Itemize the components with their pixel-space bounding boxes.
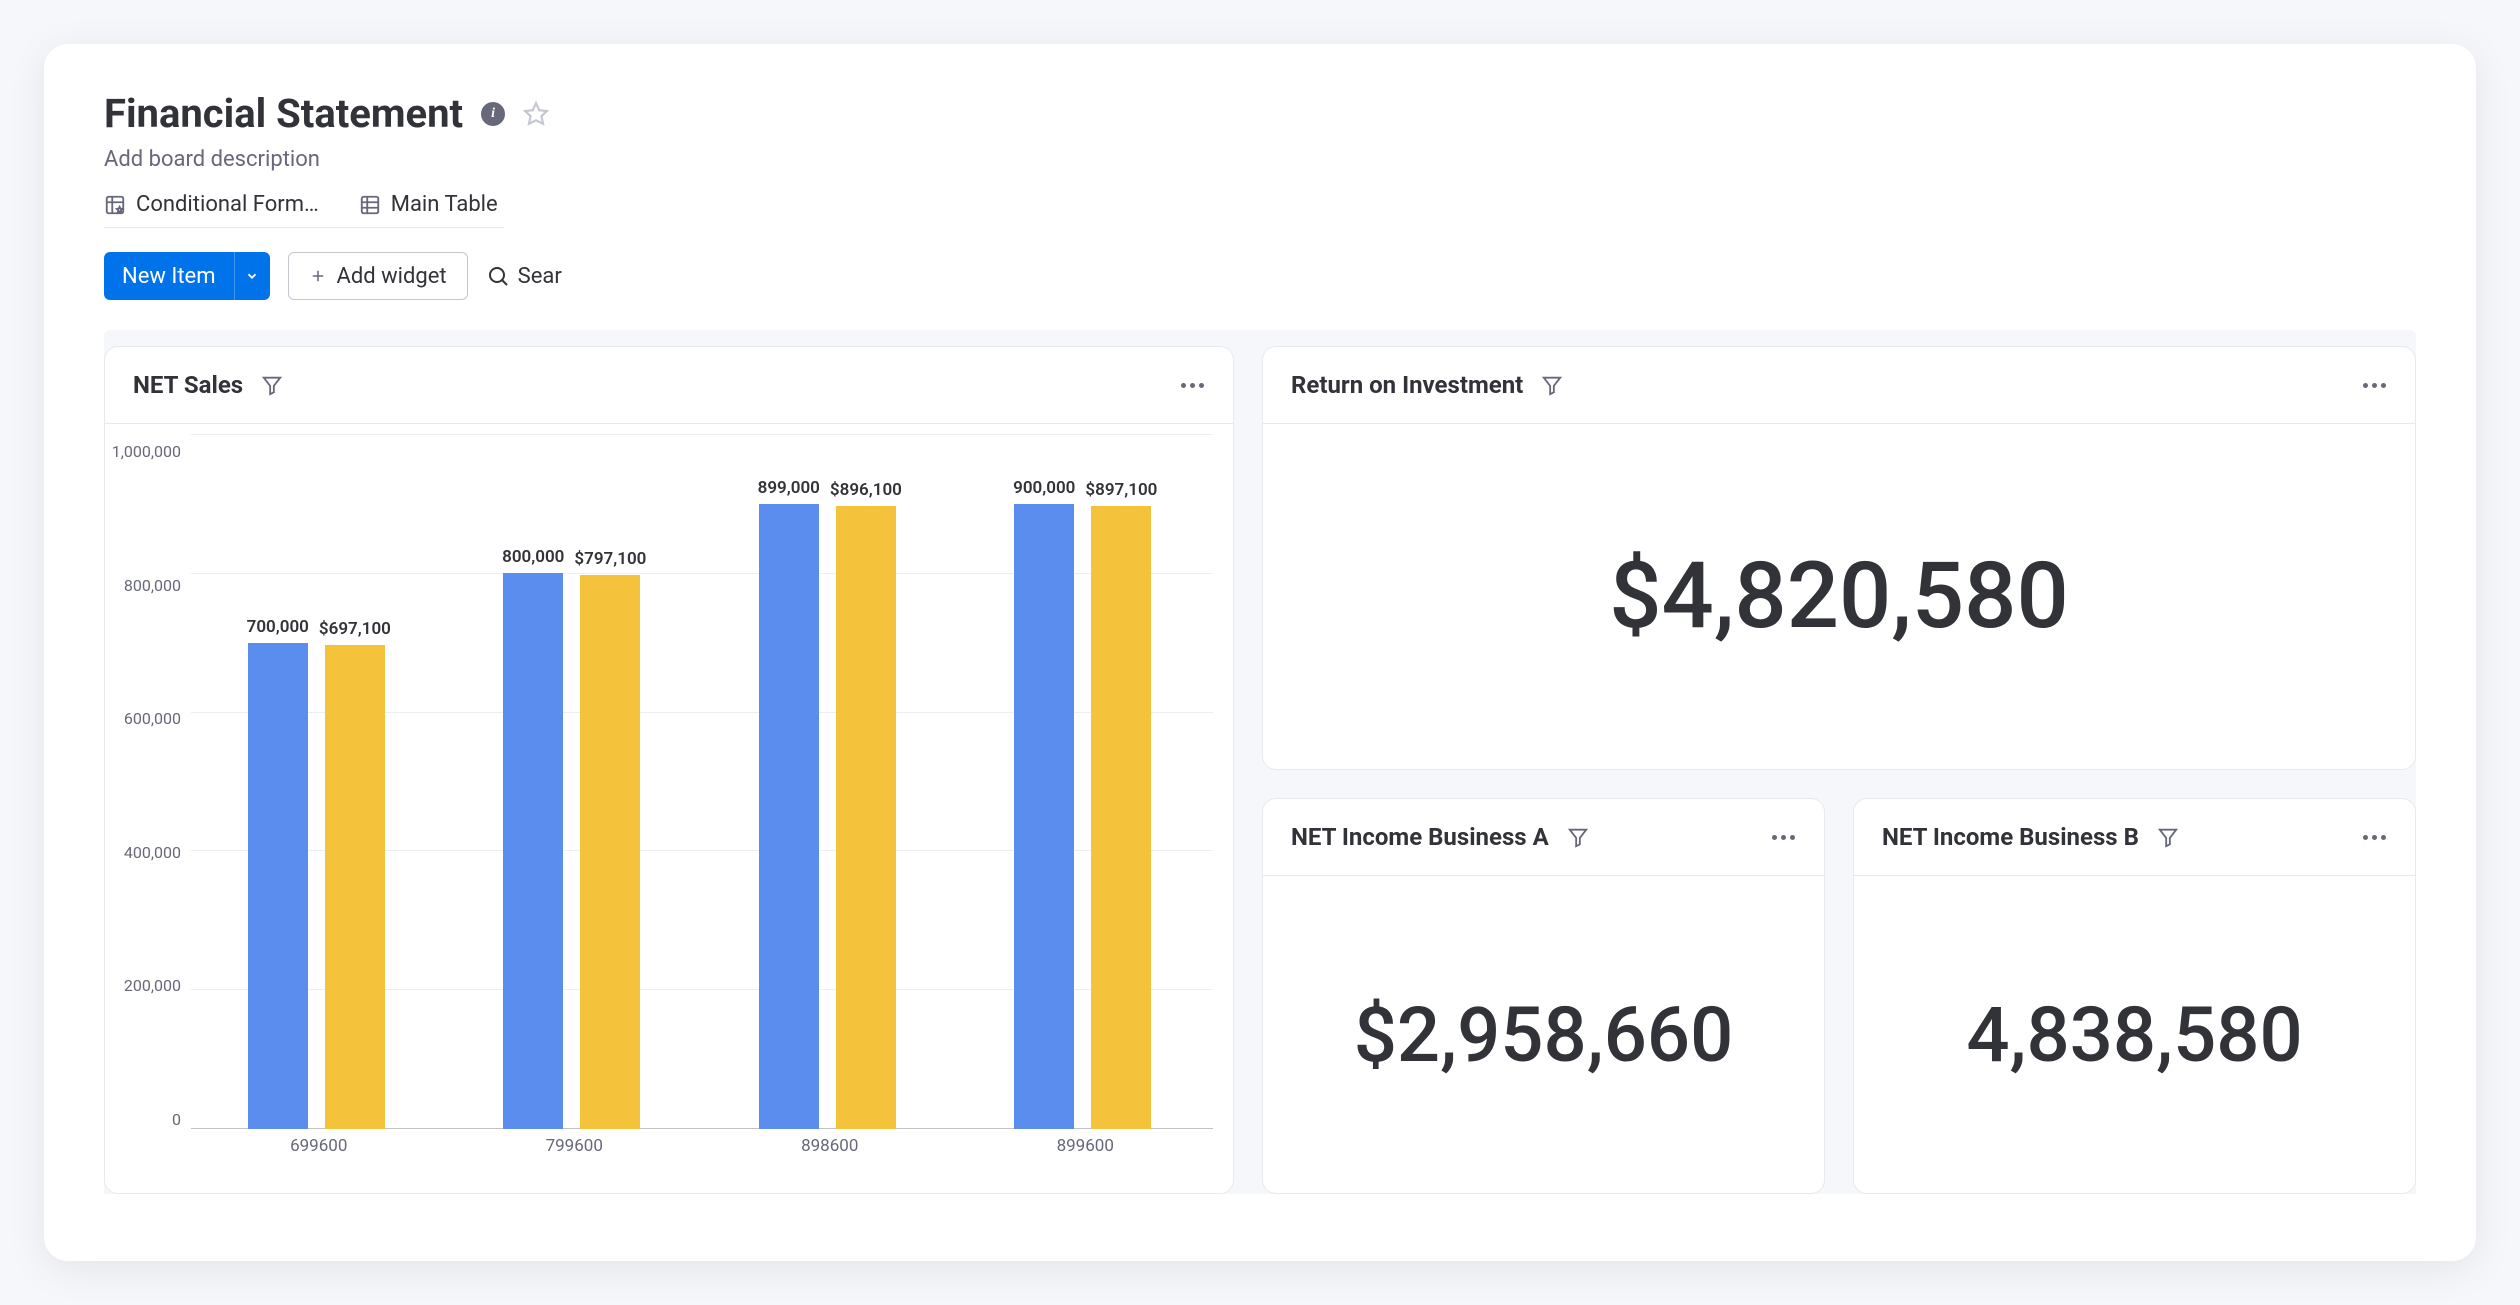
filter-icon[interactable] [1541,374,1563,396]
search-placeholder: Sear [518,264,562,289]
card-roi: Return on Investment $4,820,580 [1262,346,2416,770]
filter-icon[interactable] [1567,826,1589,848]
bar-value-label: 900,000 [1013,478,1075,498]
action-row: New Item Add widget Sear [104,252,2416,300]
card-title: NET Sales [133,371,243,399]
tab-conditional-formatting[interactable]: Conditional Form… [104,192,319,217]
search-input[interactable]: Sear [486,264,562,289]
chart-bar[interactable] [248,643,308,1130]
roi-value: $4,820,580 [1263,424,2415,769]
tab-label: Conditional Form… [136,192,319,217]
x-tick-label: 699600 [290,1136,347,1156]
chart-bar[interactable] [580,575,640,1129]
tab-label: Main Table [391,192,498,217]
card-title: Return on Investment [1291,371,1523,399]
plus-icon [309,267,327,285]
chart-bars: 700,000 $697,100 800,000 $797,100 899,000 $89… [191,434,1213,1129]
filter-icon[interactable] [2157,826,2179,848]
card-net-sales: NET Sales 1,000,000800,000600,000400,000… [104,346,1234,1194]
bar-value-label: $897,100 [1085,480,1157,500]
bar-value-label: $797,100 [574,549,646,569]
card-income-b: NET Income Business B 4,838,580 [1853,798,2416,1194]
filter-icon[interactable] [261,374,283,396]
chart-bar[interactable] [503,573,563,1129]
chart-bar[interactable] [1014,504,1074,1130]
income-b-value: 4,838,580 [1854,876,2415,1193]
board-title[interactable]: Financial Statement [104,90,463,137]
search-icon [486,264,510,288]
more-icon[interactable] [1770,835,1796,840]
board-subtitle[interactable]: Add board description [104,147,2416,172]
chart-y-axis: 1,000,000800,000600,000400,000200,0000 [111,434,191,1163]
chart-bar[interactable] [759,504,819,1129]
card-title: NET Income Business A [1291,823,1549,851]
new-item-label: New Item [104,264,234,289]
bar-value-label: 899,000 [758,478,820,498]
card-income-a: NET Income Business A $2,958,660 [1262,798,1825,1194]
more-icon[interactable] [2361,383,2387,388]
table-icon [359,194,381,216]
income-a-value: $2,958,660 [1263,876,1824,1193]
x-tick-label: 899600 [1057,1136,1114,1156]
new-item-button[interactable]: New Item [104,252,270,300]
x-tick-label: 799600 [546,1136,603,1156]
add-widget-button[interactable]: Add widget [288,252,468,300]
bar-value-label: 800,000 [502,547,564,567]
bar-value-label: $697,100 [319,619,391,639]
tab-main-table[interactable]: Main Table [359,192,498,217]
view-tabs: Conditional Form… Main Table [104,192,504,228]
chart-bar[interactable] [836,506,896,1129]
net-sales-chart: 1,000,000800,000600,000400,000200,0000 7… [105,424,1233,1193]
chart-x-axis: 699600 799600 898600 899600 [191,1129,1213,1163]
more-icon[interactable] [2361,835,2387,840]
bar-value-label: 700,000 [247,617,309,637]
info-icon[interactable]: i [481,102,505,126]
chart-bar[interactable] [325,645,385,1129]
bar-value-label: $896,100 [830,480,902,500]
grid-star-icon [104,194,126,216]
chevron-down-icon[interactable] [234,252,270,300]
more-icon[interactable] [1179,383,1205,388]
star-icon[interactable] [523,101,549,127]
chart-bar[interactable] [1091,506,1151,1129]
x-tick-label: 898600 [801,1136,858,1156]
dashboard-area: NET Sales 1,000,000800,000600,000400,000… [104,330,2416,1194]
board-header: Financial Statement i Add board descript… [104,90,2416,300]
card-title: NET Income Business B [1882,823,2139,851]
add-widget-label: Add widget [337,264,447,289]
